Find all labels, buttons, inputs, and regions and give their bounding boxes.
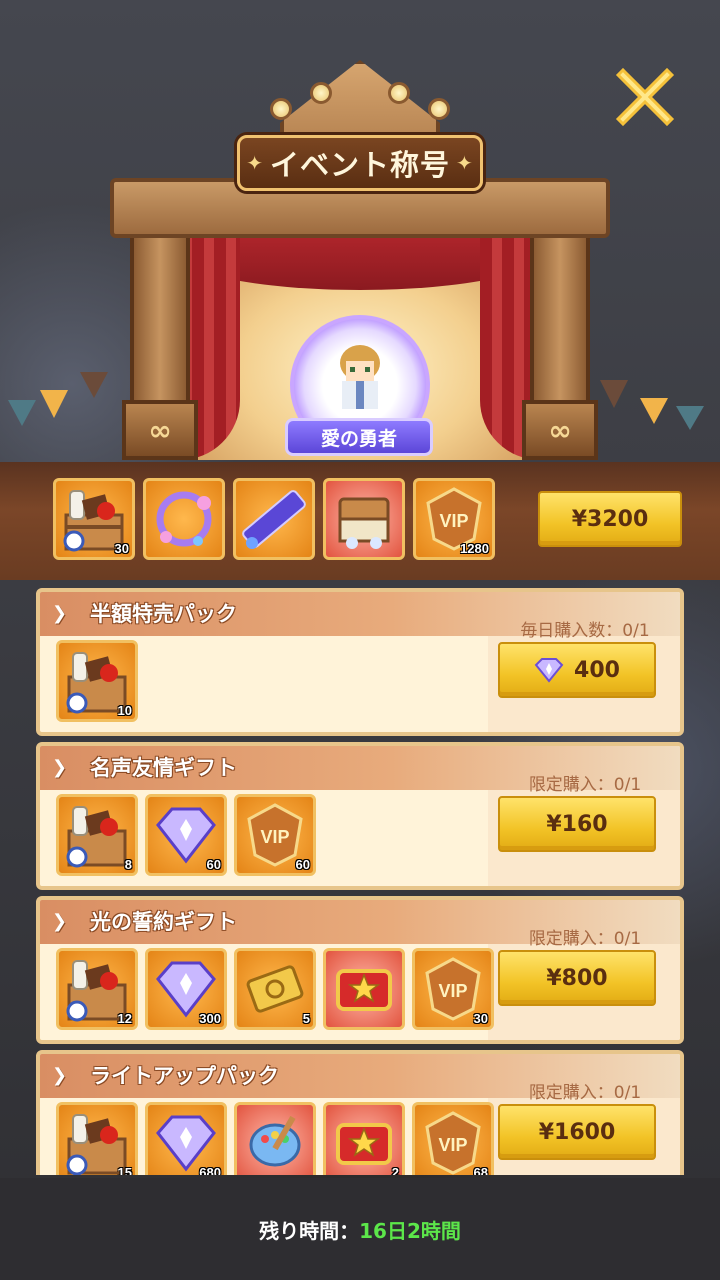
reward-count: 1280 xyxy=(460,541,489,556)
title-banner-icon xyxy=(242,490,306,549)
purchase-limit: 限定購入：0/1 xyxy=(528,929,642,949)
treasure-chest-icon xyxy=(338,497,390,549)
diamond-icon xyxy=(534,658,564,683)
pack-title: ライトアップパック xyxy=(90,1064,279,1088)
item-count: 680 xyxy=(199,1165,221,1175)
reward-slot[interactable]: 30 xyxy=(53,478,135,560)
pack-item-slot[interactable]: 680 xyxy=(145,1102,227,1175)
purchase-limit: 限定購入：0/1 xyxy=(528,775,642,795)
close-button[interactable] xyxy=(612,64,678,130)
page-title: イベント称号 xyxy=(269,148,450,182)
item-count: 60 xyxy=(206,857,221,872)
buy-pack-button[interactable]: ¥1600 xyxy=(498,1104,656,1160)
svg-text:VIP: VIP xyxy=(439,511,468,531)
close-icon xyxy=(615,67,675,127)
reward-slot[interactable] xyxy=(233,478,315,560)
hero-portrait-icon xyxy=(320,335,400,415)
pack-item-slot[interactable]: VIP 68 xyxy=(412,1102,494,1175)
pack-title: 半額特売パック xyxy=(90,602,237,626)
star-chest-icon xyxy=(336,969,392,1011)
item-count: 2 xyxy=(391,1165,399,1175)
pack-item-slot[interactable]: 2 xyxy=(323,1102,405,1175)
bunting-flag xyxy=(600,380,628,408)
item-count: 12 xyxy=(117,1011,132,1026)
bunting-flag xyxy=(640,398,668,424)
pack-item-slot[interactable]: 15 xyxy=(56,1102,138,1175)
item-count: 10 xyxy=(117,703,132,718)
item-count: 300 xyxy=(199,1011,221,1026)
price-label: 400 xyxy=(574,657,620,683)
food-crate-icon xyxy=(66,806,127,868)
reward-count: 30 xyxy=(114,541,129,556)
remaining-time: 残り時間：16日2時間 xyxy=(0,1215,720,1244)
bunting-flag xyxy=(676,406,704,430)
pack-card: ❯ 半額特売パック 毎日購入数：0/1 10 400 xyxy=(36,588,684,736)
reward-slot[interactable]: VIP 1280 xyxy=(413,478,495,560)
pack-card: ❯ 光の誓約ギフト 限定購入：0/1 12 300 5 VIP 30 ¥800 xyxy=(36,896,684,1044)
event-title-plate: ✦ イベント称号 ✦ xyxy=(237,135,483,191)
reward-slot[interactable] xyxy=(323,478,405,560)
chevron-right-icon: ❯ xyxy=(52,603,68,624)
item-count: 60 xyxy=(295,857,310,872)
star-chest-icon xyxy=(336,1123,392,1165)
buy-pack-button[interactable]: ¥160 xyxy=(498,796,656,852)
svg-text:VIP: VIP xyxy=(438,1135,467,1155)
pack-list[interactable]: ❯ 半額特売パック 毎日購入数：0/1 10 400 ❯ 名声友情ギフト 限定購… xyxy=(36,588,684,1175)
remaining-time-label: 残り時間： xyxy=(259,1219,360,1243)
golden-ticket-icon xyxy=(246,965,304,1013)
pack-item-slot[interactable] xyxy=(234,1102,316,1175)
pack-item-slot[interactable] xyxy=(323,948,405,1030)
purchase-limit: 限定購入：0/1 xyxy=(528,1083,642,1103)
buy-title-button[interactable]: ¥3200 xyxy=(538,491,682,547)
paint-palette-icon xyxy=(249,1115,301,1167)
svg-text:VIP: VIP xyxy=(438,981,467,1001)
item-count: 30 xyxy=(473,1011,488,1026)
pack-item-slot[interactable]: VIP 30 xyxy=(412,948,494,1030)
price-label: ¥160 xyxy=(546,811,608,837)
pack-item-slot[interactable]: 8 xyxy=(56,794,138,876)
pack-item-slot[interactable]: 300 xyxy=(145,948,227,1030)
pack-item-slot[interactable]: 10 xyxy=(56,640,138,722)
pack-item-slot[interactable]: VIP 60 xyxy=(234,794,316,876)
item-count: 15 xyxy=(117,1165,132,1175)
price-label: ¥3200 xyxy=(571,506,649,532)
pack-card: ❯ ライトアップパック 限定購入：0/1 15 680 2 VIP 68 ¥16… xyxy=(36,1050,684,1175)
bunting-flag xyxy=(40,390,68,418)
buy-pack-button[interactable]: 400 xyxy=(498,642,656,698)
price-label: ¥1600 xyxy=(538,1119,616,1145)
remaining-time-value: 16日2時間 xyxy=(359,1219,461,1243)
pack-title: 名声友情ギフト xyxy=(90,756,237,780)
pack-item-slot[interactable]: 60 xyxy=(145,794,227,876)
flower-frame-icon xyxy=(156,491,212,547)
price-label: ¥800 xyxy=(546,965,608,991)
pack-title: 光の誓約ギフト xyxy=(90,910,237,934)
item-count: 5 xyxy=(302,1011,310,1026)
purchase-limit: 毎日購入数：0/1 xyxy=(520,621,650,641)
bunting-flag xyxy=(8,400,36,426)
pack-item-slot[interactable]: 5 xyxy=(234,948,316,1030)
bunting-flag xyxy=(80,372,108,398)
chevron-right-icon: ❯ xyxy=(52,757,68,778)
buy-pack-button[interactable]: ¥800 xyxy=(498,950,656,1006)
pack-item-slot[interactable]: 12 xyxy=(56,948,138,1030)
pack-card: ❯ 名声友情ギフト 限定購入：0/1 8 60 VIP 60 ¥160 xyxy=(36,742,684,890)
svg-text:VIP: VIP xyxy=(260,827,289,847)
chevron-right-icon: ❯ xyxy=(52,1065,68,1086)
reward-slot[interactable] xyxy=(143,478,225,560)
chevron-right-icon: ❯ xyxy=(52,911,68,932)
item-count: 8 xyxy=(124,857,132,872)
emblem-label: 愛の勇者 xyxy=(285,418,433,456)
item-count: 68 xyxy=(473,1165,488,1175)
